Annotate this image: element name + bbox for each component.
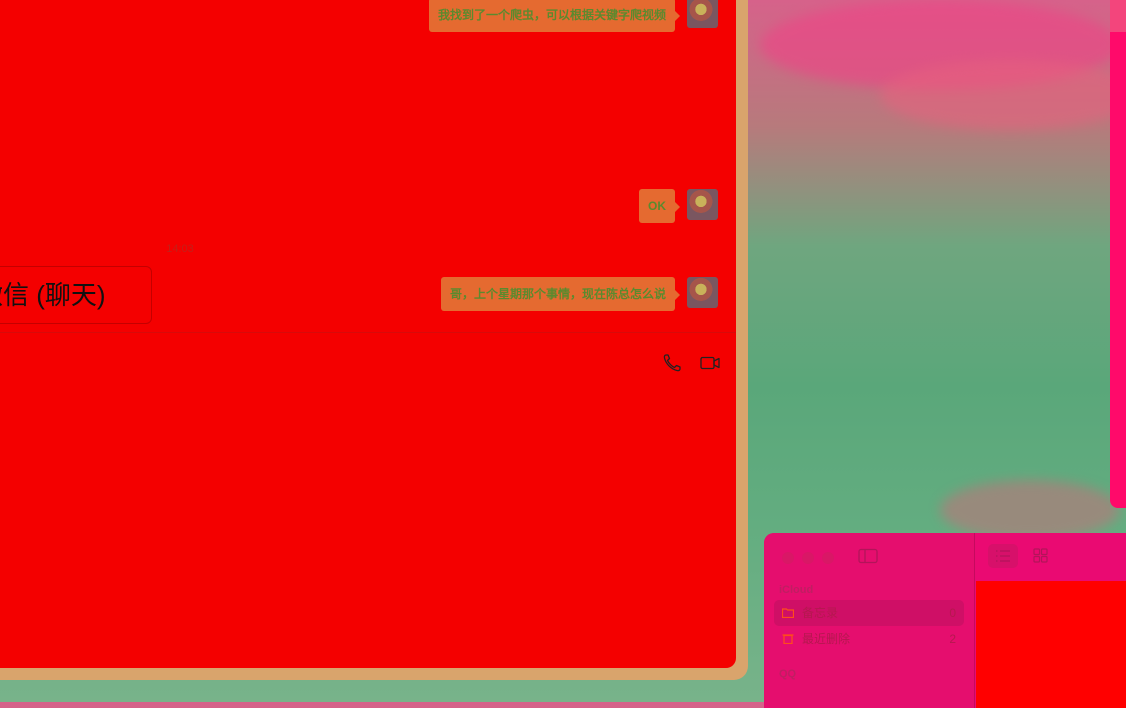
message-bubble[interactable]: OK <box>639 189 680 223</box>
notes-window: iCloud 备忘录 0 最近删除 2 QQ <box>764 533 1126 708</box>
sidebar-toggle-icon[interactable] <box>858 548 878 564</box>
window-minimize-button[interactable] <box>802 552 814 564</box>
folder-label: 备忘录 <box>802 606 839 620</box>
folder-item-notes[interactable]: 备忘录 0 <box>774 600 964 626</box>
background-window-edge[interactable] <box>1110 0 1126 508</box>
grid-view-icon <box>1033 548 1048 563</box>
input-divider <box>0 332 736 333</box>
folder-count: 0 <box>949 606 956 620</box>
list-view-icon <box>996 550 1010 562</box>
section-header-qq: QQ <box>779 668 797 680</box>
video-camera-icon[interactable] <box>699 352 721 374</box>
folder-count: 2 <box>949 632 956 646</box>
folder-item-recently-deleted[interactable]: 最近删除 2 <box>774 626 964 652</box>
avatar[interactable] <box>687 0 718 28</box>
avatar[interactable] <box>687 189 718 220</box>
chat-window-frame: 我找到了一个爬虫，可以根据关键字爬视频 OK 14:03 微信 (聊天) 哥，上… <box>0 0 748 680</box>
notes-list-area[interactable] <box>976 581 1126 708</box>
folder-icon <box>782 608 794 618</box>
chat-window: 我找到了一个爬虫，可以根据关键字爬视频 OK 14:03 微信 (聊天) 哥，上… <box>0 0 736 668</box>
message-timestamp: 14:03 <box>166 243 194 255</box>
message-bubble[interactable]: 我找到了一个爬虫，可以根据关键字爬视频 <box>428 0 681 32</box>
trash-icon <box>782 634 794 644</box>
message-bubble[interactable]: 哥，上个星期那个事情，现在陈总怎么说 <box>440 277 681 311</box>
shared-card[interactable]: 微信 (聊天) <box>0 266 152 324</box>
phone-icon[interactable] <box>661 352 683 374</box>
scrollbar-thumb[interactable] <box>1110 0 1126 32</box>
gallery-view-button[interactable] <box>1026 544 1056 568</box>
notes-sidebar: iCloud 备忘录 0 最近删除 2 QQ <box>764 533 974 708</box>
list-view-button[interactable] <box>988 544 1018 568</box>
folder-label: 最近删除 <box>802 632 851 646</box>
shared-card-title: 微信 (聊天) <box>0 280 106 310</box>
window-zoom-button[interactable] <box>822 552 834 564</box>
window-close-button[interactable] <box>782 552 794 564</box>
section-header-icloud: iCloud <box>779 584 814 596</box>
sidebar-divider <box>974 533 975 708</box>
avatar[interactable] <box>687 277 718 308</box>
